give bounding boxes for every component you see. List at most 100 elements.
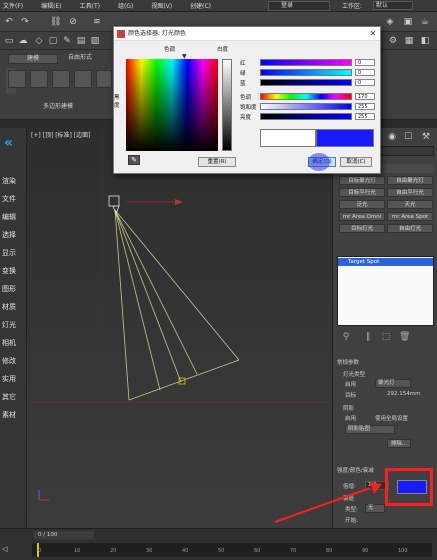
edit-icon[interactable]: ✎ (62, 36, 72, 46)
search-input[interactable]: 登录 (268, 1, 330, 11)
reset-button[interactable]: 重置(R) (198, 157, 236, 167)
layer-icon[interactable]: ▤ (76, 36, 86, 46)
shadow-type-select[interactable]: 阴影贴图 (345, 425, 395, 434)
box-icon[interactable]: ▢ (48, 36, 58, 46)
skylight-button[interactable]: 天光 (387, 200, 433, 209)
menu-tools[interactable]: 工具(T) (80, 1, 100, 10)
left-tool-file[interactable]: 文件 (2, 194, 26, 204)
close-icon[interactable]: ✕ (368, 29, 378, 39)
menu-edit[interactable]: 编辑(E) (41, 1, 61, 10)
frame-slider[interactable]: 0 / 100 (34, 531, 94, 539)
redo-icon[interactable]: ↷ (20, 17, 30, 27)
border-tool-icon[interactable] (74, 70, 92, 88)
exclude-button[interactable]: 排除... (387, 439, 411, 448)
value-value[interactable]: 255 (355, 113, 375, 120)
target-checkbox[interactable]: 目标 (345, 391, 369, 399)
timeline-tick-label: 50 (218, 548, 225, 554)
hue-marker-icon[interactable]: ▼ (182, 54, 188, 60)
target-spot-button[interactable]: 目标聚光灯 (339, 176, 385, 185)
menu-create[interactable]: 创建(C) (190, 1, 211, 10)
left-tool-edit[interactable]: 编辑 (2, 212, 26, 222)
left-tool-display[interactable]: 显示 (2, 248, 26, 258)
edge-tool-icon[interactable] (30, 70, 48, 88)
grid-icon[interactable]: ▦ (404, 36, 414, 46)
red-slider[interactable] (260, 59, 352, 66)
polygon-tool-icon[interactable] (8, 70, 26, 88)
link-icon[interactable]: ⛓ (50, 17, 61, 27)
general-params-header[interactable]: 常规参数 (337, 358, 434, 366)
value-slider[interactable] (260, 113, 352, 120)
global-settings-checkbox[interactable]: 使用全局设置 (375, 414, 433, 422)
left-tool-other[interactable]: 其它 (2, 392, 26, 402)
light-type-select[interactable]: 聚光灯 (375, 379, 411, 388)
undo-icon[interactable]: ↶ (4, 17, 14, 27)
enable-checkbox[interactable]: 启用 (345, 380, 369, 388)
tab-freeform[interactable]: 自由形式 (60, 54, 100, 64)
red-value[interactable]: 0 (355, 59, 375, 66)
select-icon[interactable]: ▭ (4, 36, 14, 46)
free-light-button[interactable]: 自由灯光 (387, 224, 433, 233)
pin-icon[interactable]: ⚲ (341, 332, 351, 342)
image-icon[interactable]: ▨ (90, 36, 100, 46)
green-slider[interactable] (260, 69, 352, 76)
left-tool-light[interactable]: 灯光 (2, 320, 26, 330)
unlink-icon[interactable]: ⊘ (68, 17, 78, 27)
motion-tab-icon[interactable]: ◉ (387, 132, 397, 142)
render-icon[interactable]: ☕ (420, 17, 430, 27)
object-list[interactable]: Target Spot (337, 256, 434, 326)
left-tool-utility[interactable]: 实用 (2, 374, 26, 384)
shape-icon[interactable]: ◇ (34, 36, 44, 46)
free-direct-button[interactable]: 自由平行光 (387, 188, 433, 197)
cloud-icon[interactable]: ☁ (18, 36, 28, 46)
left-tool-material[interactable]: 材质 (2, 302, 26, 312)
cancel-button[interactable]: 取消(C) (340, 157, 372, 167)
left-tool-shape[interactable]: 图形 (2, 284, 26, 294)
polygon-modeling-label[interactable]: 多边形建模 (28, 102, 88, 112)
render-setup-icon[interactable]: ◈ (385, 17, 395, 27)
timeline[interactable]: 0 / 100 ◁ 0 10 20 30 40 50 60 70 80 90 100 (0, 528, 437, 560)
saturation-value[interactable]: 255 (355, 103, 375, 110)
hue-slider[interactable] (260, 93, 352, 100)
display-tab-icon[interactable]: ☐ (403, 132, 413, 142)
tool-icon[interactable]: ⚙ (388, 36, 398, 46)
timeline-tick-label: 90 (362, 548, 369, 554)
green-value[interactable]: 0 (355, 69, 375, 76)
element-tool-icon[interactable] (96, 70, 112, 88)
left-tool-modify[interactable]: 修改 (2, 356, 26, 366)
left-tool-transform[interactable]: 变换 (2, 266, 26, 276)
left-tool-camera[interactable]: 相机 (2, 338, 26, 348)
eyedropper-icon[interactable]: ✎ (128, 155, 140, 165)
viewport[interactable]: [+] [顶] [标准] [边面] (27, 128, 332, 528)
left-tool-render[interactable]: 渲染 (2, 176, 26, 186)
target-light-button[interactable]: 目标灯光 (339, 224, 385, 233)
render-frame-icon[interactable]: ▣ (403, 17, 413, 27)
left-tool-assets[interactable]: 素材 (2, 410, 26, 420)
menu-file[interactable]: 文件(F) (3, 1, 23, 10)
free-spot-button[interactable]: 自由聚光灯 (387, 176, 433, 185)
workspace-select[interactable]: 默认 (373, 1, 413, 10)
target-direct-button[interactable]: 目标平行光 (339, 188, 385, 197)
hue-spectrum[interactable] (126, 59, 218, 151)
blue-slider[interactable] (260, 79, 352, 86)
mr-spot-button[interactable]: mr Area Spot (387, 212, 433, 221)
stack-icon[interactable]: ∥ (363, 332, 373, 342)
menu-view[interactable]: 视图(V) (151, 1, 172, 10)
tab-modeling[interactable]: 建模 (8, 54, 58, 64)
saturation-slider[interactable] (260, 103, 352, 110)
delete-icon[interactable]: 🗑 (399, 332, 410, 342)
blue-value[interactable]: 0 (355, 79, 375, 86)
list-item[interactable]: Target Spot (338, 258, 433, 266)
vertex-tool-icon[interactable] (52, 70, 70, 88)
left-tool-select[interactable]: 选择 (2, 230, 26, 240)
hue-value[interactable]: 170 (355, 93, 375, 100)
shadow-enable-checkbox[interactable]: 启用 (345, 414, 369, 422)
view-icon[interactable]: ◧ (420, 36, 430, 46)
unique-icon[interactable]: ⬚ (381, 332, 391, 342)
menu-group[interactable]: 组(G) (118, 1, 133, 10)
logo-icon: « (4, 135, 14, 151)
whiteness-bar[interactable] (222, 59, 232, 151)
utility-tab-icon[interactable]: ⚒ (421, 132, 431, 142)
omni-button[interactable]: 泛光 (339, 200, 385, 209)
bind-icon[interactable]: ≋ (92, 17, 102, 27)
mr-omni-button[interactable]: mr Area Omni (339, 212, 385, 221)
